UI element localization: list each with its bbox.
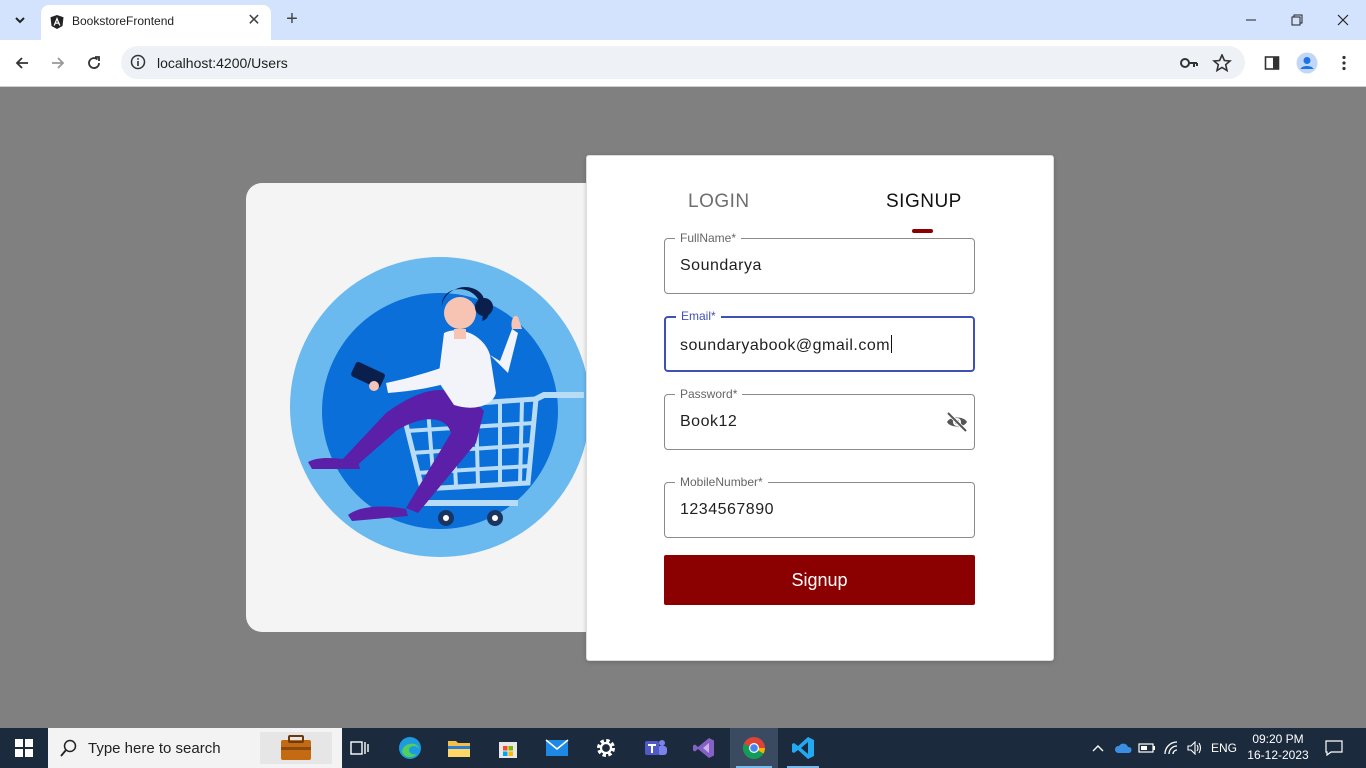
- email-label: Email*: [676, 309, 721, 323]
- edge-icon: [399, 737, 421, 759]
- fullname-field[interactable]: FullName* Soundarya: [664, 231, 975, 294]
- folder-icon: [448, 741, 470, 757]
- email-value: soundaryabook@gmail.com: [680, 337, 891, 354]
- gear-icon: [597, 739, 615, 757]
- password-label: Password*: [675, 387, 743, 401]
- visibility-off-icon[interactable]: [945, 410, 969, 434]
- wifi-icon: [1164, 741, 1178, 755]
- forward-arrow-icon: [52, 57, 65, 69]
- task-view-icon: [350, 741, 369, 755]
- restore-icon: [1291, 14, 1303, 26]
- briefcase-icon: [260, 732, 332, 764]
- tab-signup[interactable]: SIGNUP: [886, 191, 962, 213]
- minimize-icon: [1246, 19, 1256, 21]
- browser-menu-button[interactable]: [1333, 52, 1355, 74]
- password-input[interactable]: Book12: [680, 413, 737, 431]
- teams-icon: [645, 740, 667, 755]
- browser-toolbar: localhost:4200/Users: [0, 40, 1366, 87]
- back-button[interactable]: [10, 51, 34, 75]
- taskbar: Type here to search ENG 09:20 PM 16-12-2…: [0, 728, 1366, 768]
- side-panel-icon: [1264, 56, 1280, 70]
- file-explorer-app[interactable]: [435, 728, 483, 768]
- search-icon: [60, 739, 77, 757]
- language-indicator[interactable]: ENG: [1208, 728, 1240, 768]
- battery-icon: [1138, 743, 1155, 753]
- close-window-button[interactable]: [1320, 0, 1366, 40]
- mail-app[interactable]: [533, 728, 581, 768]
- visual-studio-app[interactable]: [680, 728, 728, 768]
- clock[interactable]: 09:20 PM 16-12-2023: [1240, 731, 1316, 763]
- clock-time: 09:20 PM: [1252, 732, 1304, 746]
- password-field[interactable]: Password* Book12: [664, 387, 975, 450]
- restore-button[interactable]: [1274, 0, 1320, 40]
- illustration-card: [246, 183, 606, 632]
- more-vertical-icon: [1342, 55, 1346, 71]
- mail-icon: [545, 739, 569, 756]
- back-arrow-icon: [15, 57, 28, 69]
- close-icon: [1337, 14, 1349, 26]
- edge-app[interactable]: [386, 728, 434, 768]
- tab-login[interactable]: LOGIN: [688, 191, 750, 213]
- fullname-input[interactable]: Soundarya: [680, 257, 762, 275]
- browser-tab[interactable]: BookstoreFrontend ✕: [41, 5, 271, 40]
- battery-tray[interactable]: [1136, 728, 1158, 768]
- minimize-button[interactable]: [1228, 0, 1274, 40]
- windows-icon: [15, 739, 33, 757]
- shopping-cart-illustration: [290, 257, 590, 557]
- store-icon: [499, 742, 517, 758]
- chevron-down-icon: [15, 17, 25, 24]
- angular-icon: [50, 15, 64, 29]
- network-tray[interactable]: [1160, 728, 1182, 768]
- active-tab-indicator: [912, 229, 933, 233]
- vscode-app[interactable]: [779, 728, 827, 768]
- task-view-button[interactable]: [336, 728, 384, 768]
- close-tab-icon[interactable]: ✕: [245, 11, 263, 29]
- chevron-up-icon: [1092, 745, 1104, 752]
- search-placeholder: Type here to search: [88, 740, 221, 757]
- vscode-icon: [792, 737, 814, 759]
- cloud-icon: [1114, 743, 1132, 753]
- mobile-label: MobileNumber*: [675, 475, 768, 489]
- profile-button[interactable]: [1296, 52, 1318, 74]
- forward-button[interactable]: [46, 51, 70, 75]
- page-content: LOGIN SIGNUP FullName* Soundarya Email* …: [0, 87, 1366, 728]
- email-field[interactable]: Email* soundaryabook@gmail.com: [664, 309, 975, 372]
- store-app[interactable]: [484, 728, 532, 768]
- reload-button[interactable]: [82, 51, 106, 75]
- tab-search-button[interactable]: [8, 8, 32, 32]
- browser-titlebar: BookstoreFrontend ✕ +: [0, 0, 1366, 40]
- onedrive-tray[interactable]: [1112, 728, 1134, 768]
- address-bar[interactable]: localhost:4200/Users: [121, 46, 1245, 79]
- notifications-button[interactable]: [1318, 728, 1350, 768]
- notification-icon: [1325, 740, 1343, 756]
- tab-title: BookstoreFrontend: [72, 14, 175, 28]
- settings-app[interactable]: [582, 728, 630, 768]
- bookmark-star-icon[interactable]: [1212, 54, 1232, 72]
- clock-date: 16-12-2023: [1247, 748, 1309, 762]
- new-tab-button[interactable]: +: [281, 8, 303, 30]
- reload-icon: [88, 56, 100, 69]
- site-info-icon[interactable]: [130, 54, 146, 70]
- text-caret: [891, 335, 893, 353]
- email-input[interactable]: soundaryabook@gmail.com: [680, 335, 893, 355]
- key-icon[interactable]: [1179, 54, 1199, 72]
- signup-button[interactable]: Signup: [664, 555, 975, 605]
- speaker-icon: [1187, 741, 1202, 755]
- chrome-icon: [742, 737, 765, 759]
- side-panel-button[interactable]: [1261, 52, 1283, 74]
- visual-studio-icon: [693, 738, 714, 758]
- start-button[interactable]: [0, 728, 48, 768]
- chrome-app[interactable]: [730, 728, 778, 768]
- volume-tray[interactable]: [1184, 728, 1206, 768]
- mobile-field[interactable]: MobileNumber* 1234567890: [664, 475, 975, 538]
- fullname-label: FullName*: [675, 231, 742, 245]
- show-hidden-icons[interactable]: [1088, 728, 1108, 768]
- avatar-icon: [1296, 52, 1318, 74]
- signup-form-card: LOGIN SIGNUP FullName* Soundarya Email* …: [586, 155, 1054, 661]
- url-text[interactable]: localhost:4200/Users: [157, 55, 288, 71]
- mobile-input[interactable]: 1234567890: [680, 501, 774, 519]
- taskbar-search[interactable]: Type here to search: [48, 728, 342, 768]
- teams-app[interactable]: [631, 728, 679, 768]
